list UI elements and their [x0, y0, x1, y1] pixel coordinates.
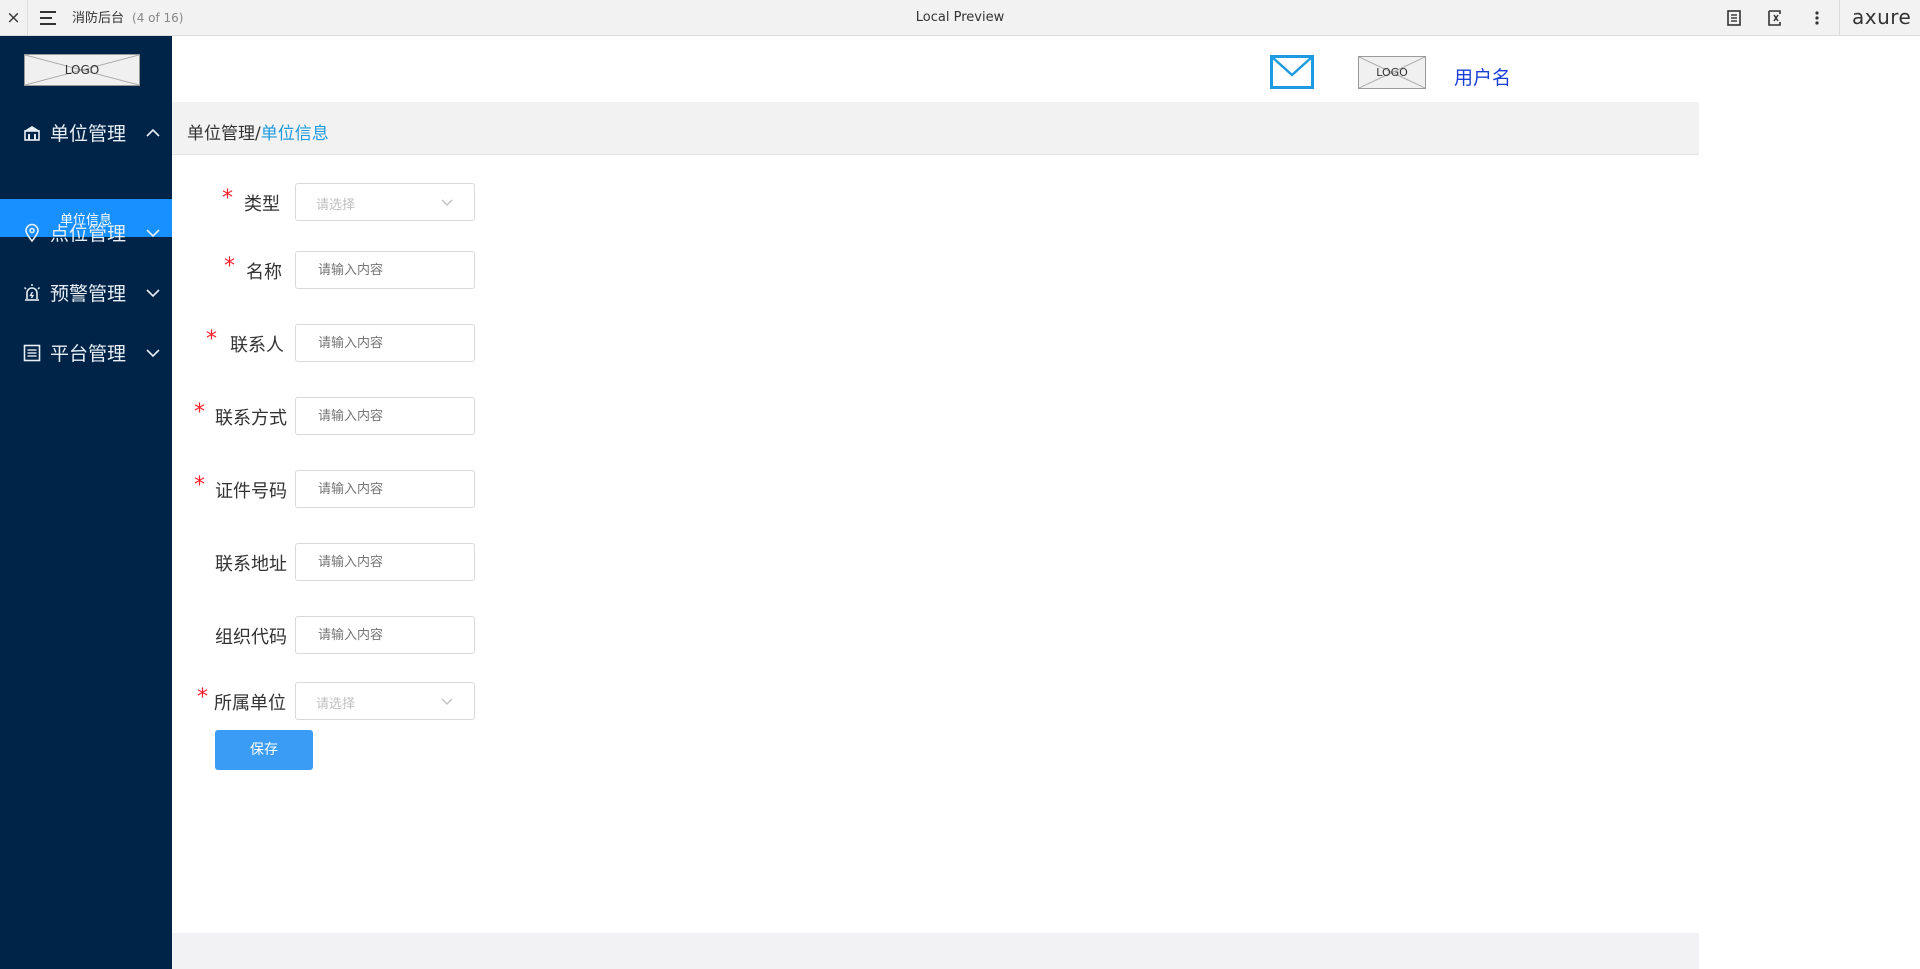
form-row-type: * 类型 请选择 — [172, 183, 492, 221]
page-count: (4 of 16) — [132, 11, 184, 25]
id-number-input[interactable] — [295, 470, 475, 508]
field-label: 联系地址 — [215, 554, 287, 575]
building-icon — [24, 126, 40, 141]
chevron-down-icon — [441, 698, 453, 705]
preview-toolbar: × 消防后台 (4 of 16) Local Preview axure — [0, 0, 1920, 36]
field-label: 联系人 — [230, 335, 284, 356]
chevron-down-icon — [146, 229, 160, 238]
sidebar-item-platform-management[interactable]: 平台管理 — [0, 332, 172, 372]
field-label: 联系方式 — [215, 408, 287, 429]
close-icon[interactable]: × — [0, 0, 28, 36]
header-logo-text: LOGO — [1376, 66, 1408, 79]
sidebar-item-label: 预警管理 — [50, 283, 127, 305]
form-row-id-number: * 证件号码 — [172, 470, 492, 508]
sidebar: LOGO 单位管理 单位信息 点位管理 预警管理 平台管理 — [0, 36, 172, 969]
breadcrumb-current: 单位信息 — [260, 124, 329, 144]
required-mark: * — [224, 254, 235, 279]
select-placeholder: 请选择 — [316, 198, 356, 213]
required-mark: * — [194, 473, 205, 498]
chevron-up-icon — [146, 128, 160, 137]
contact-method-input[interactable] — [295, 397, 475, 435]
form-row-name: * 名称 — [172, 251, 492, 289]
toolbar-divider — [1839, 0, 1840, 36]
type-select[interactable]: 请选择 — [295, 183, 475, 221]
breadcrumb-parent[interactable]: 单位管理 — [187, 124, 255, 144]
sidebar-item-unit-management[interactable]: 单位管理 — [0, 112, 172, 152]
field-label: 类型 — [244, 194, 280, 215]
form-row-parent-unit: * 所属单位 请选择 — [172, 682, 492, 720]
required-mark: * — [194, 400, 205, 425]
mail-icon[interactable] — [1270, 55, 1314, 89]
chevron-down-icon — [441, 199, 453, 206]
required-mark: * — [206, 327, 217, 352]
sidebar-item-label: 单位管理 — [50, 123, 127, 145]
sidebar-item-point-management[interactable]: 点位管理 — [0, 212, 172, 252]
form-row-contact-person: * 联系人 — [172, 324, 492, 362]
page-reference-icon[interactable] — [1765, 8, 1785, 28]
header-logo[interactable]: LOGO — [1358, 56, 1426, 89]
notes-icon[interactable] — [1724, 8, 1744, 28]
parent-unit-select[interactable]: 请选择 — [295, 682, 475, 720]
alarm-light-icon — [23, 284, 41, 301]
field-label: 组织代码 — [215, 627, 287, 648]
field-label: 所属单位 — [214, 693, 286, 714]
sidebar-item-label: 点位管理 — [50, 223, 127, 245]
sidebar-logo-text: LOGO — [64, 63, 100, 77]
menu-icon[interactable] — [40, 11, 58, 25]
form-row-contact-method: * 联系方式 — [172, 397, 492, 435]
footer-bar — [172, 933, 1699, 969]
project-title[interactable]: 消防后台 (4 of 16) — [72, 0, 183, 36]
field-label: 名称 — [246, 262, 282, 283]
document-list-icon — [23, 344, 41, 362]
form-row-address: 联系地址 — [172, 543, 492, 581]
field-label: 证件号码 — [215, 481, 287, 502]
chevron-down-icon — [146, 349, 160, 358]
contact-person-input[interactable] — [295, 324, 475, 362]
sidebar-item-label: 平台管理 — [50, 343, 127, 365]
select-placeholder: 请选择 — [316, 697, 356, 712]
preview-title: Local Preview — [915, 10, 1005, 25]
form-row-org-code: 组织代码 — [172, 616, 492, 654]
name-input[interactable] — [295, 251, 475, 289]
breadcrumb-bar: 单位管理/单位信息 — [172, 102, 1699, 155]
axure-brand[interactable]: axure — [1852, 0, 1911, 36]
project-name: 消防后台 — [72, 11, 125, 26]
required-mark: * — [222, 186, 233, 211]
sidebar-logo[interactable]: LOGO — [24, 54, 140, 86]
sidebar-item-alert-management[interactable]: 预警管理 — [0, 272, 172, 312]
org-code-input[interactable] — [295, 616, 475, 654]
location-pin-icon — [25, 223, 39, 243]
username-link[interactable]: 用户名 — [1454, 63, 1511, 90]
chevron-down-icon — [146, 289, 160, 298]
save-button[interactable]: 保存 — [215, 730, 313, 770]
more-vertical-icon[interactable] — [1807, 8, 1827, 28]
address-input[interactable] — [295, 543, 475, 581]
breadcrumb: 单位管理/单位信息 — [187, 119, 329, 144]
required-mark: * — [197, 685, 208, 710]
